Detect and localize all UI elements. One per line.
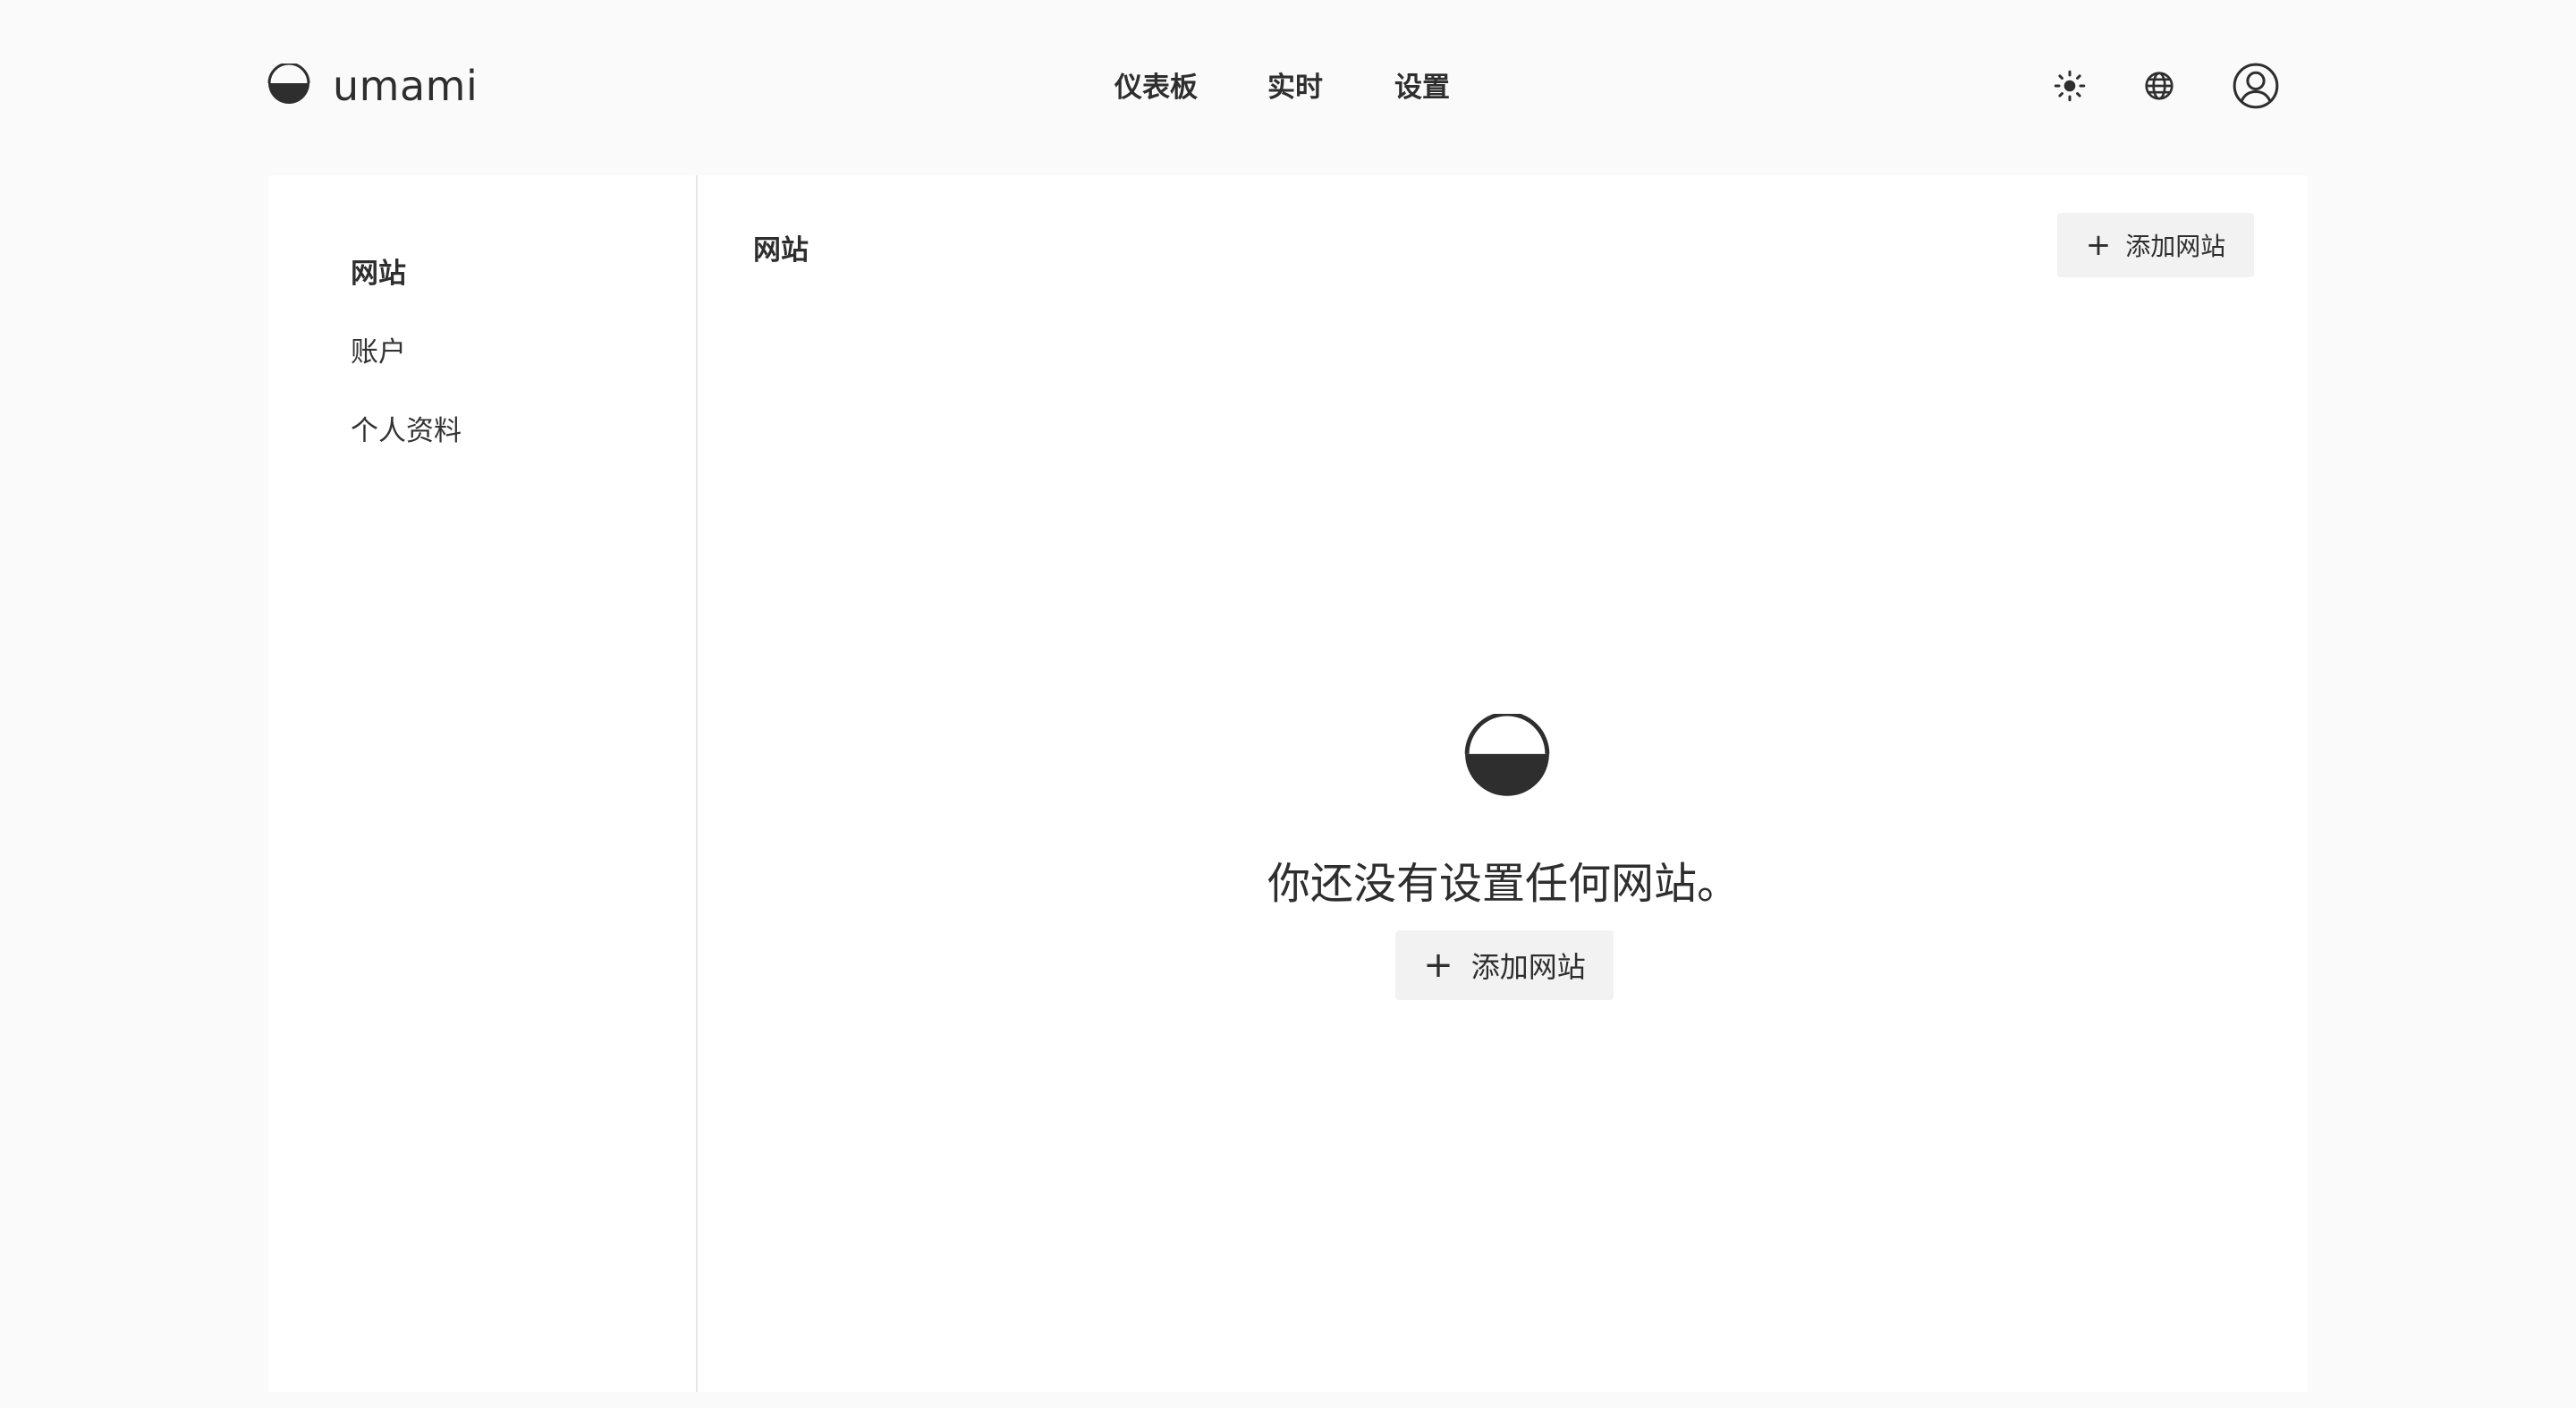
settings-panel: 网站 账户 个人资料 网站 + 添加网站: [268, 175, 2308, 1392]
theme-toggle-button[interactable]: [2048, 64, 2091, 107]
empty-state-add-website-button[interactable]: + 添加网站: [1395, 930, 1614, 1000]
sun-icon: [2054, 70, 2086, 102]
globe-icon: [2145, 72, 2174, 100]
main-nav: 仪表板 实时 设置: [1114, 59, 1450, 109]
nav-settings[interactable]: 设置: [1394, 64, 1450, 105]
language-button[interactable]: [2138, 64, 2181, 107]
add-website-button-label: 添加网站: [2125, 232, 2226, 261]
sidebar-item-accounts[interactable]: 账户: [351, 329, 406, 369]
empty-state-message: 你还没有设置任何网站。: [1267, 859, 1740, 909]
sidebar-item-profile[interactable]: 个人资料: [351, 408, 462, 448]
app-header: umami 仪表板 实时 设置: [0, 0, 2576, 175]
settings-sidebar: 网站 账户 个人资料: [268, 175, 698, 1392]
user-circle-icon: [2233, 63, 2279, 109]
sidebar-item-websites[interactable]: 网站: [351, 250, 406, 291]
plus-icon: +: [2085, 227, 2112, 263]
nav-realtime[interactable]: 实时: [1267, 64, 1323, 105]
nav-dashboard[interactable]: 仪表板: [1114, 64, 1198, 105]
empty-state-add-website-label: 添加网站: [1470, 950, 1586, 984]
add-website-button[interactable]: + 添加网站: [2057, 213, 2254, 277]
app-name: umami: [333, 62, 479, 110]
app-logo[interactable]: umami: [267, 59, 478, 113]
plus-icon: +: [1423, 945, 1453, 986]
profile-button[interactable]: [2231, 61, 2281, 111]
page-title: 网站: [753, 234, 809, 267]
umami-logo-icon: [1462, 714, 1553, 805]
umami-logo-icon: [267, 64, 311, 108]
